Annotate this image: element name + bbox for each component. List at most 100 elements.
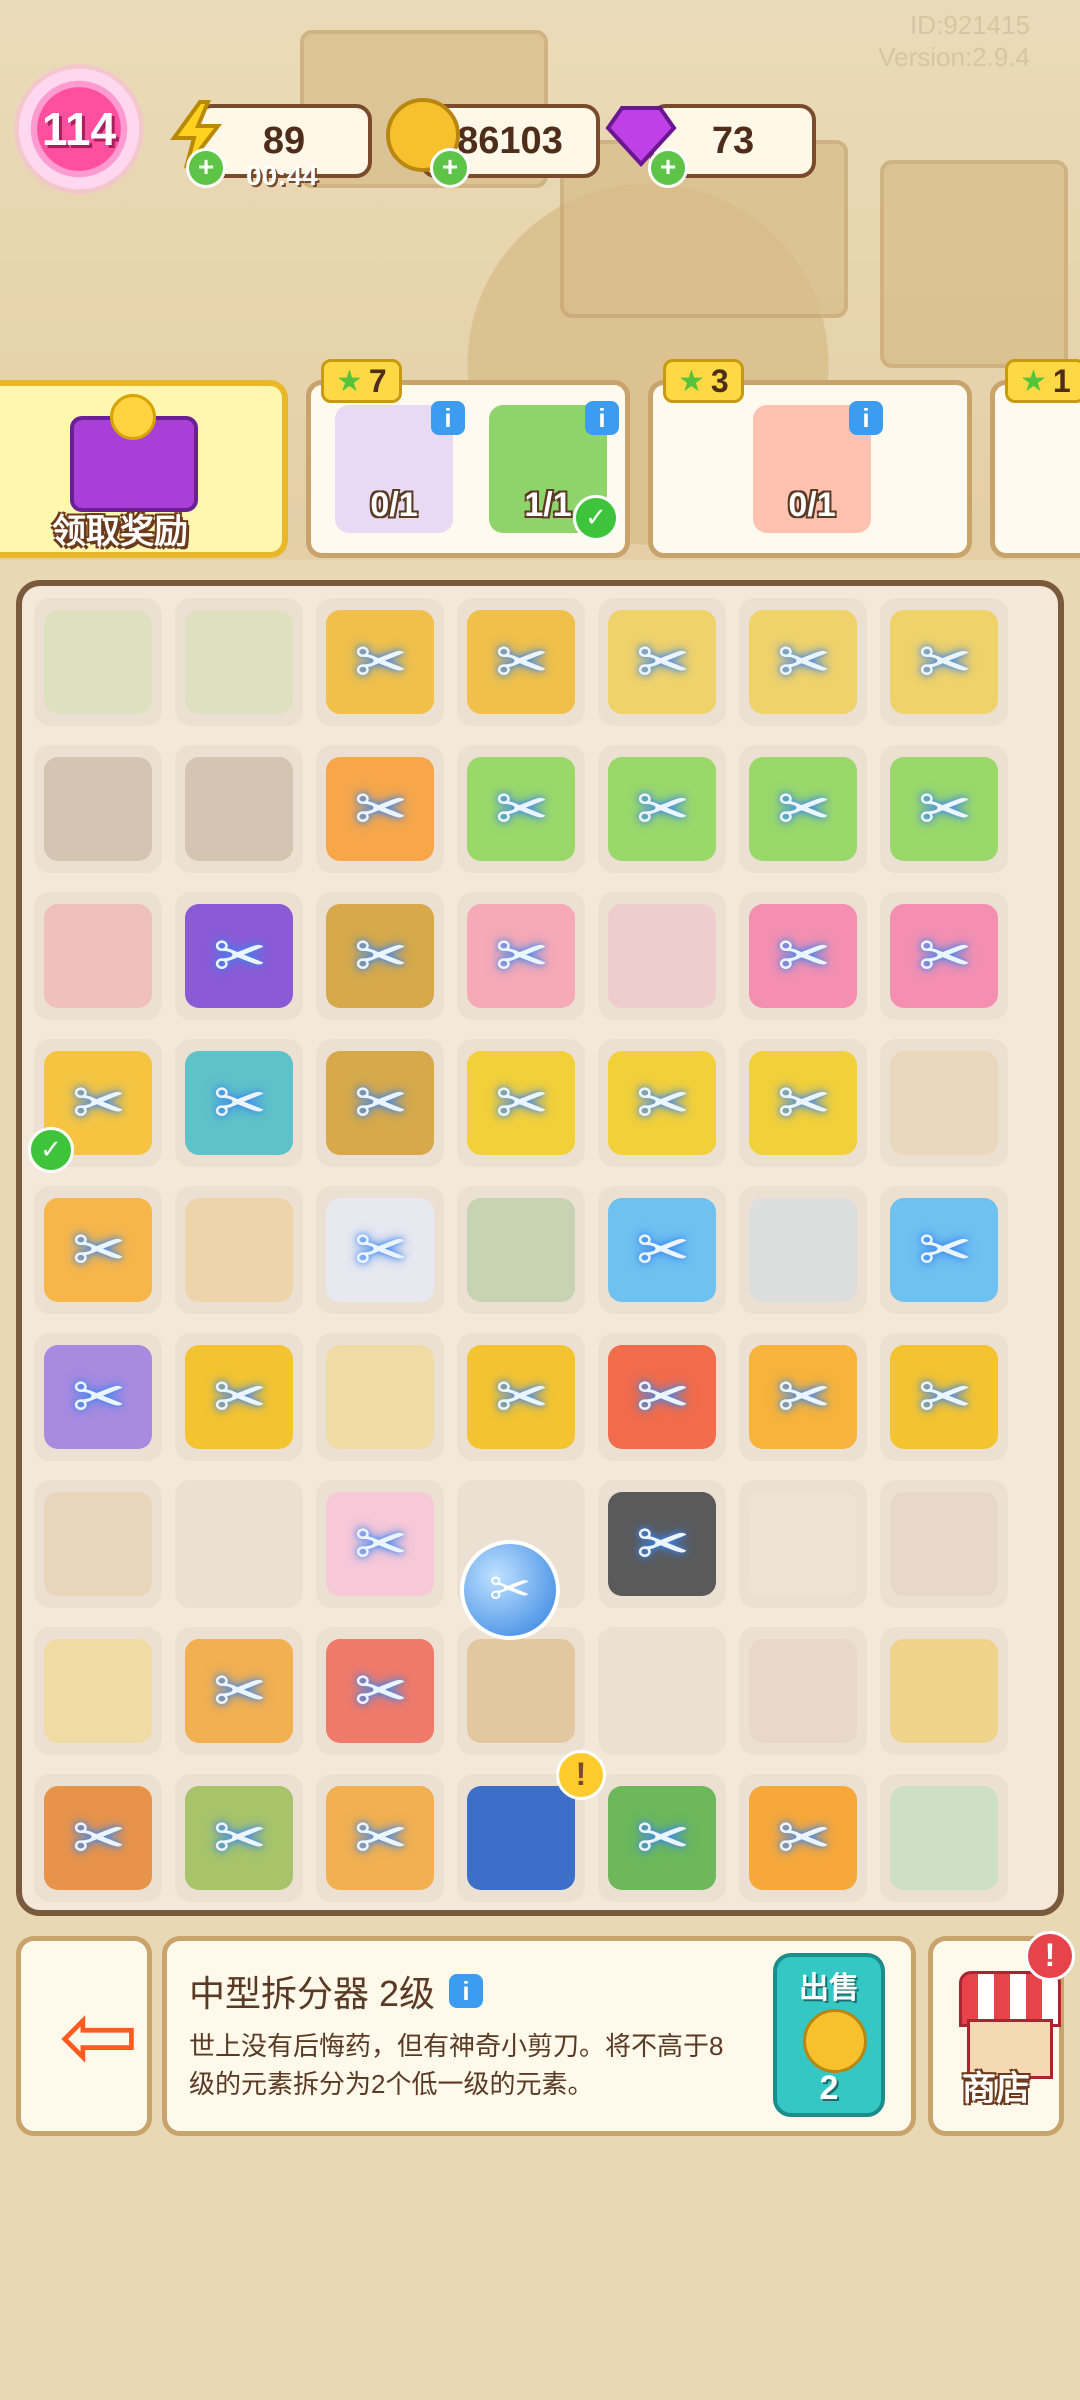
scissors-icon: ✂ [213,1802,267,1874]
board-cell[interactable] [739,1480,867,1608]
board-cell[interactable] [457,1186,585,1314]
board-cell[interactable] [457,1627,585,1755]
add-gems-button[interactable]: + [648,148,688,188]
board-cell[interactable]: ✂ [457,598,585,726]
order-star-badge: ★ 3 [663,359,744,403]
merge-board: ✂ ✂ ✂ ✂ ✂ ✂ ✂ ✂ ✂ ✂ ✂ ✂ ✂ ✂ ✂ ✂ ✓ ✂ ✂ ✂ ✂ ✂ ✂ ✂ ✂ ✂ ✂ ✂ ✂ ✂ ✂ ✂ ✂ ✂ ✂ ✂ ✂ ✂ ✂ ✂… [16,580,1064,1916]
scissors-icon: ✂ [636,1214,690,1286]
board-cell[interactable]: ✂ [739,1333,867,1461]
board-cell[interactable] [880,1627,1008,1755]
board-cell[interactable]: ✂ [175,1774,303,1902]
scissors-icon: ✂ [72,1802,126,1874]
board-cell[interactable]: ✂ [598,745,726,873]
board-cell[interactable]: ✂ [739,1774,867,1902]
scissors-icon: ✂ [918,1361,972,1433]
board-cell[interactable]: ✂ [880,598,1008,726]
order-card-2[interactable]: ★ 3 0/1 i [648,359,972,558]
board-cell[interactable]: ✂ [316,1039,444,1167]
board-cell[interactable] [34,1627,162,1755]
board-cell[interactable] [34,745,162,873]
board-cell[interactable]: ✂ ✓ [28,1039,162,1173]
board-cell[interactable]: ✂ [739,745,867,873]
gift-box-item [44,904,152,1008]
board-cell[interactable]: ✂ [316,1480,444,1608]
board-cell[interactable] [34,1480,162,1608]
board-cell[interactable]: ✂ [316,1774,444,1902]
board-cell[interactable] [598,892,726,1020]
scissors-icon: ✂ [354,1067,408,1139]
board-cell[interactable]: ✂ [739,1039,867,1167]
board-cell[interactable]: ✂ [880,1333,1008,1461]
board-cell[interactable] [34,598,162,726]
board-cell[interactable] [598,1627,726,1755]
board-cell[interactable]: ✂ [598,598,726,726]
board-cell[interactable]: ✂ [880,1186,1008,1314]
scissors-icon: ✂ [918,1214,972,1286]
board-cell[interactable]: ✂ [316,892,444,1020]
player-level-badge[interactable]: 114 [14,64,144,194]
board-cell[interactable] [739,1627,867,1755]
add-coins-button[interactable]: + [430,148,470,188]
board-cell[interactable] [880,1774,1008,1902]
sell-label: 出售 [799,1972,859,2005]
exit-button[interactable]: ⇦ [16,1936,152,2136]
board-cell[interactable]: ✂ [457,1039,585,1167]
board-cell[interactable] [175,1480,303,1608]
board-cell[interactable]: ✂ [175,892,303,1020]
coin-icon [803,2009,867,2073]
board-cell[interactable]: ✂ [739,892,867,1020]
info-icon[interactable]: i [431,401,465,435]
board-cell[interactable]: ✂ [457,745,585,873]
board-cell[interactable]: ✂ [739,598,867,726]
board-cell[interactable]: ✂ [34,1186,162,1314]
board-cell[interactable]: ✂ [316,1186,444,1314]
add-energy-button[interactable]: + [186,148,226,188]
board-cell[interactable]: ✂ [880,892,1008,1020]
board-cell[interactable] [880,1039,1008,1167]
board-cell[interactable]: ✂ [316,598,444,726]
scissors-icon: ✂ [495,626,549,698]
board-cell[interactable]: ✂ [457,892,585,1020]
board-cell[interactable]: ✂ [175,1333,303,1461]
board-cell[interactable]: ✂ [598,1039,726,1167]
board-cell[interactable] [316,1333,444,1461]
board-cell[interactable]: ✂ [598,1186,726,1314]
order-star-badge: ★ 1 [1005,359,1080,403]
order-card-3[interactable]: ★ 1 [990,359,1080,558]
energy-timer: 00:44 [246,160,318,191]
sell-price: 2 [819,2069,839,2107]
board-cell[interactable]: ✂ [316,1627,444,1755]
board-cell[interactable]: ✂ [34,1333,162,1461]
order-card-1[interactable]: ★ 7 0/1 i 1/1 i ✓ [306,359,630,558]
board-cell[interactable]: ✂ [175,1627,303,1755]
board-cell[interactable]: ✂ [34,1774,162,1902]
scissors-icon: ✂ [354,1655,408,1727]
scissors-icon: ✂ [495,773,549,845]
order-item-count: 0/1 [370,486,418,524]
board-cell[interactable]: ✂ [598,1774,726,1902]
board-cell[interactable] [175,1186,303,1314]
board-cell[interactable]: ✂ [880,745,1008,873]
board-cell[interactable] [880,1480,1008,1608]
board-cell[interactable]: ✂ [598,1480,726,1608]
board-cell[interactable] [34,892,162,1020]
claim-reward-card[interactable]: 领取奖励 [0,380,288,558]
dragged-scissors-item[interactable]: ✂ [460,1540,560,1640]
board-cell[interactable]: ✂ [457,1333,585,1461]
board-cell[interactable]: ✂ [316,745,444,873]
scissors-icon: ✂ [495,1067,549,1139]
board-cell[interactable]: ✂ [598,1333,726,1461]
board-cell[interactable] [175,598,303,726]
board-cell[interactable] [739,1186,867,1314]
scissors-icon: ✂ [72,1361,126,1433]
info-icon[interactable]: i [849,401,883,435]
board-cell[interactable]: ✂ [175,1039,303,1167]
scissors-icon: ✂ [354,920,408,992]
sell-button[interactable]: 出售 2 [773,1953,885,2117]
scissors-icon: ✂ [636,1802,690,1874]
info-icon[interactable]: i [449,1974,484,2008]
board-cell[interactable] [175,745,303,873]
shop-button[interactable]: 商店 ! [928,1931,1075,2136]
cat-hood-item [44,1492,152,1596]
info-icon[interactable]: i [585,401,619,435]
